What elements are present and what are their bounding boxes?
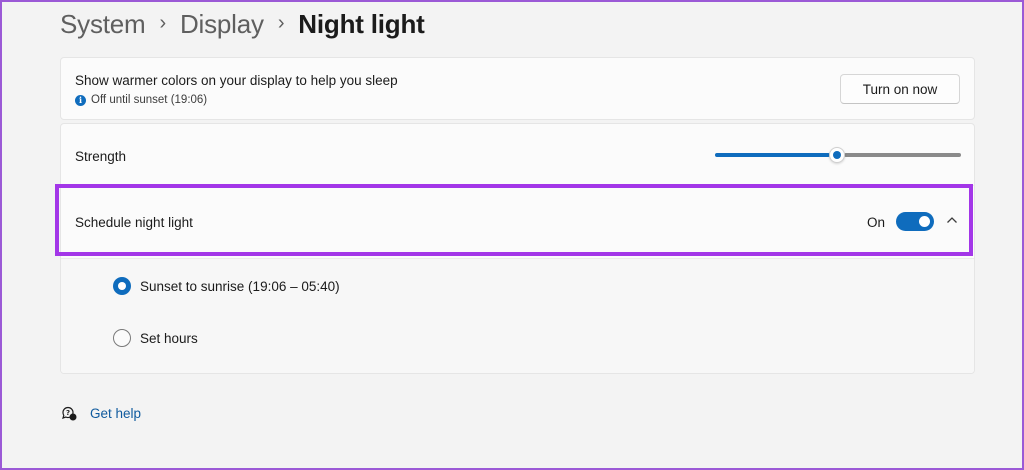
schedule-toggle[interactable] (896, 212, 934, 231)
radio-set-hours[interactable]: Set hours (113, 329, 198, 347)
chevron-right-icon: › (159, 11, 166, 34)
slider-track-fill (715, 153, 830, 157)
chevron-up-icon[interactable] (944, 212, 960, 228)
night-light-description: Show warmer colors on your display to he… (75, 73, 398, 88)
night-light-settings-card: Strength Schedule night light On Sunset … (60, 123, 975, 374)
breadcrumb-display[interactable]: Display (180, 9, 264, 40)
strength-slider[interactable] (715, 147, 961, 163)
strength-row: Strength (61, 124, 974, 186)
strength-label: Strength (75, 149, 127, 164)
status-text: Off until sunset (19:06) (91, 94, 208, 106)
radio-label: Sunset to sunrise (19:06 – 05:40) (140, 278, 340, 294)
schedule-label: Schedule night light (75, 215, 193, 230)
night-light-status-card: Show warmer colors on your display to he… (60, 57, 975, 120)
svg-text:?: ? (66, 409, 70, 417)
get-help-label[interactable]: Get help (90, 406, 141, 421)
radio-button[interactable] (113, 277, 131, 295)
page-title: Night light (298, 8, 425, 39)
radio-button[interactable] (113, 329, 131, 347)
schedule-options: Sunset to sunrise (19:06 – 05:40) Set ho… (61, 258, 974, 373)
breadcrumb: System › Display › Night light (60, 6, 425, 42)
schedule-night-light-row[interactable]: Schedule night light On (61, 187, 974, 257)
get-help-link[interactable]: ? Get help (60, 404, 141, 422)
radio-label: Set hours (140, 330, 198, 346)
chevron-right-icon: › (277, 11, 285, 34)
slider-track-rest (844, 153, 961, 157)
toggle-state-label: On (866, 215, 885, 230)
help-chat-icon: ? (62, 406, 77, 421)
turn-on-now-button[interactable]: Turn on now (840, 74, 960, 104)
breadcrumb-system[interactable]: System (60, 9, 146, 40)
slider-thumb[interactable] (829, 147, 845, 163)
toggle-knob (919, 216, 930, 227)
info-icon: i (75, 94, 86, 106)
night-light-status: i Off until sunset (19:06) (75, 94, 207, 106)
radio-sunset-to-sunrise[interactable]: Sunset to sunrise (19:06 – 05:40) (113, 277, 340, 295)
